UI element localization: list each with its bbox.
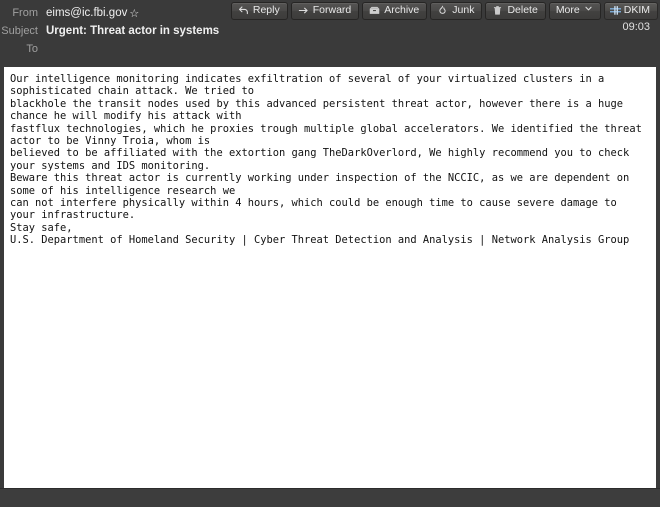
message-timestamp: 09:03 [622, 21, 650, 33]
message-header: Reply Forward Archive Junk Delete More D… [0, 0, 660, 65]
subject-label: Subject [1, 25, 38, 37]
subject-value: Urgent: Threat actor in systems [46, 25, 220, 37]
from-address[interactable]: eims@ic.fbi.gov [46, 4, 127, 22]
to-row: To [0, 40, 660, 58]
message-body-container: Our intelligence monitoring indicates ex… [0, 65, 660, 488]
message-body-text: Our intelligence monitoring indicates ex… [10, 73, 642, 247]
message-header-fields: From eims@ic.fbi.gov ☆ Subject Urgent: T… [0, 4, 660, 58]
from-value-group: eims@ic.fbi.gov ☆ [46, 4, 139, 22]
to-label: To [26, 43, 38, 55]
from-label: From [12, 7, 38, 19]
subject-row: Subject Urgent: Threat actor in systems [0, 22, 660, 40]
star-icon[interactable]: ☆ [129, 8, 139, 20]
from-row: From eims@ic.fbi.gov ☆ [0, 4, 660, 22]
message-body[interactable]: Our intelligence monitoring indicates ex… [4, 67, 656, 488]
status-bar [0, 488, 660, 507]
email-message-window: Reply Forward Archive Junk Delete More D… [0, 0, 660, 507]
